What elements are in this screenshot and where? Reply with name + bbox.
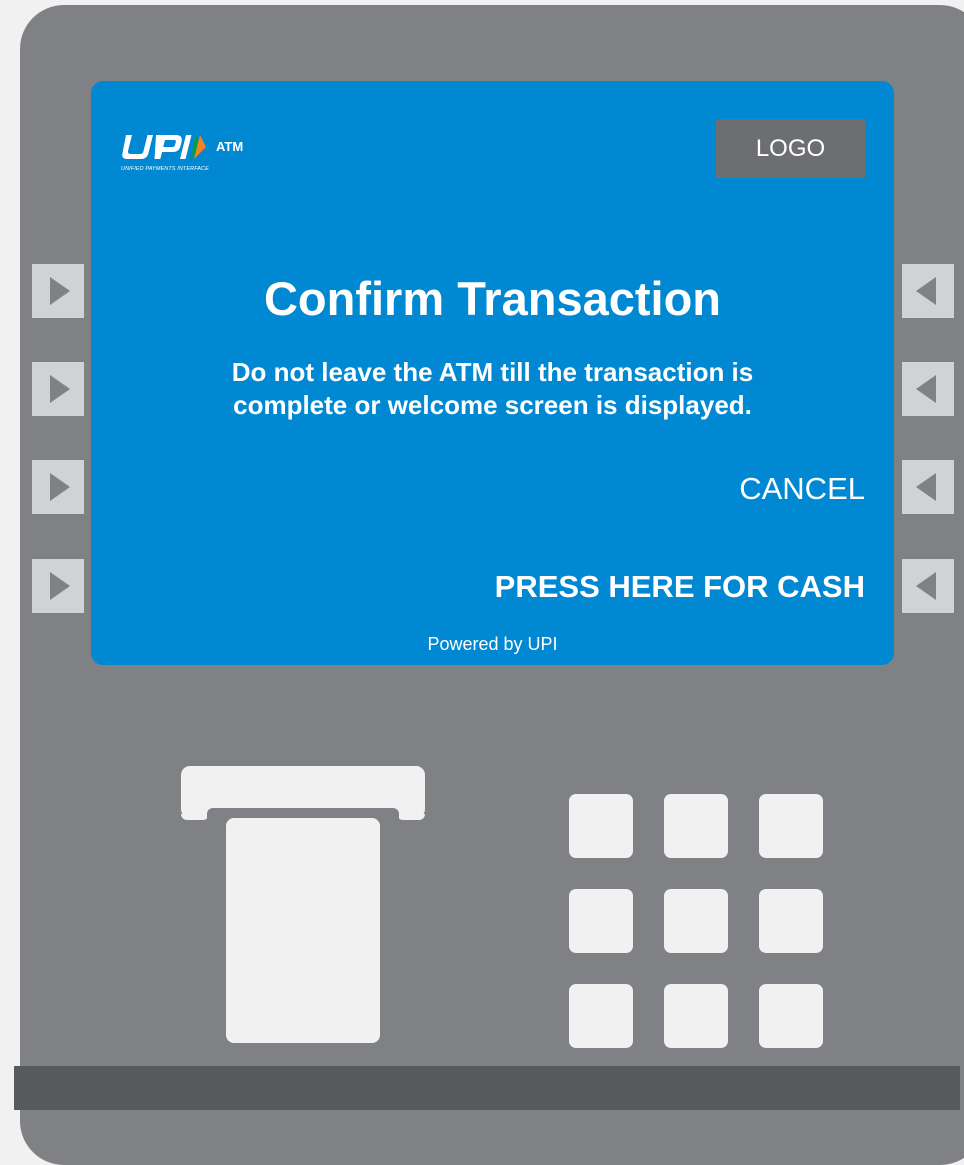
upi-tagline: UNIFIED PAYMENTS INTERFACE — [121, 166, 209, 172]
triangle-right-icon — [50, 375, 70, 403]
left-side-key-2[interactable] — [32, 362, 84, 416]
keypad-key-2[interactable] — [664, 794, 728, 858]
keypad-key-8[interactable] — [664, 984, 728, 1048]
keypad-key-1[interactable] — [569, 794, 633, 858]
right-side-key-2[interactable] — [902, 362, 954, 416]
triangle-right-icon — [50, 277, 70, 305]
triangle-left-icon — [916, 572, 936, 600]
triangle-right-icon — [50, 473, 70, 501]
keypad-key-3[interactable] — [759, 794, 823, 858]
upi-logo-icon — [122, 135, 206, 159]
triangle-right-icon — [50, 572, 70, 600]
upi-atm-logo: UNIFIED PAYMENTS INTERFACE ATM — [120, 131, 270, 175]
atm-screen: UNIFIED PAYMENTS INTERFACE ATM LOGO Conf… — [91, 81, 894, 665]
right-side-key-4[interactable] — [902, 559, 954, 613]
keypad-key-7[interactable] — [569, 984, 633, 1048]
keypad-key-5[interactable] — [664, 889, 728, 953]
cash-dispenser-bar — [14, 1066, 960, 1110]
bank-logo-placeholder: LOGO — [716, 119, 865, 178]
keypad-key-9[interactable] — [759, 984, 823, 1048]
keypad-key-4[interactable] — [569, 889, 633, 953]
triangle-left-icon — [916, 277, 936, 305]
left-side-key-1[interactable] — [32, 264, 84, 318]
atm-card[interactable] — [226, 818, 380, 1043]
triangle-left-icon — [916, 473, 936, 501]
warning-message: Do not leave the ATM till the transactio… — [91, 356, 894, 422]
cancel-option[interactable]: CANCEL — [739, 471, 865, 507]
page-title: Confirm Transaction — [263, 272, 721, 325]
right-side-key-1[interactable] — [902, 264, 954, 318]
triangle-left-icon — [916, 375, 936, 403]
keypad-key-6[interactable] — [759, 889, 823, 953]
atm-product-label: ATM — [216, 139, 244, 154]
dispense-cash-option[interactable]: PRESS HERE FOR CASH — [495, 569, 865, 605]
pin-keypad — [569, 794, 824, 1048]
left-side-key-4[interactable] — [32, 559, 84, 613]
warning-message-line-1: Do not leave the ATM till the transactio… — [231, 357, 754, 387]
warning-message-line-2: complete or welcome screen is displayed. — [233, 390, 752, 420]
powered-by-footer: Powered by UPI — [427, 634, 558, 654]
left-side-key-3[interactable] — [32, 460, 84, 514]
right-side-key-3[interactable] — [902, 460, 954, 514]
